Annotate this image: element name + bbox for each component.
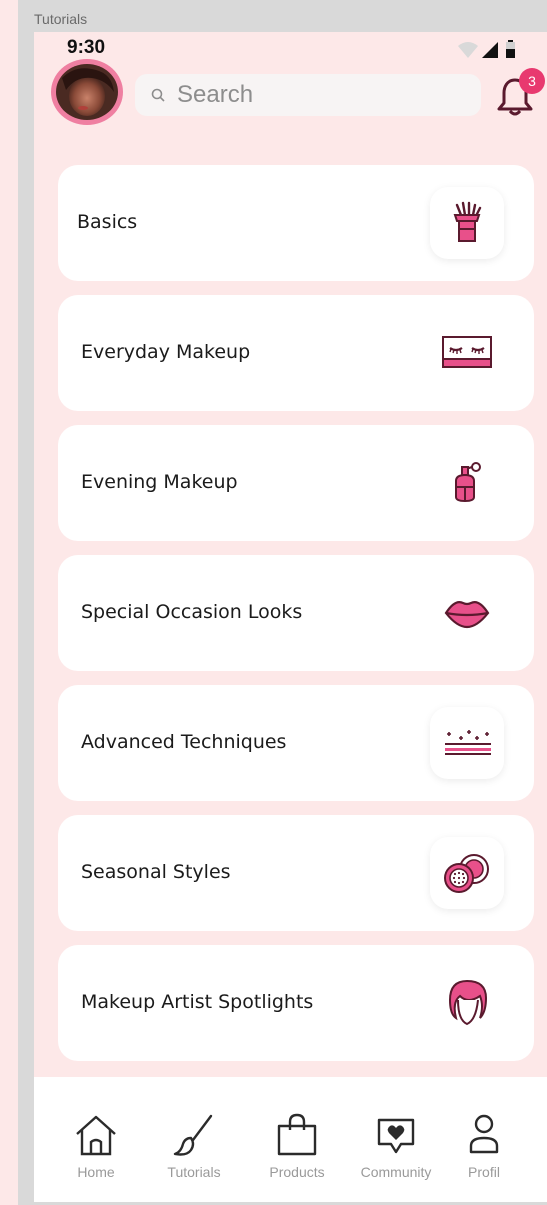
- nav-item-tutorials[interactable]: Tutorials: [144, 1112, 244, 1180]
- hair-face-icon: [430, 967, 504, 1039]
- nav-label: Profil: [468, 1164, 500, 1180]
- category-card-makeup-artist-spotlights[interactable]: Makeup Artist Spotlights: [58, 945, 534, 1061]
- nav-item-home[interactable]: Home: [46, 1112, 146, 1180]
- battery-icon: [506, 40, 515, 58]
- search-bar[interactable]: [135, 74, 481, 116]
- lips-icon: [430, 577, 504, 649]
- nav-label: Home: [77, 1164, 115, 1180]
- nav-label: Products: [269, 1164, 325, 1180]
- chat-heart-icon: [377, 1118, 415, 1154]
- category-label: Advanced Techniques: [81, 731, 287, 753]
- search-icon: [151, 88, 165, 102]
- category-label: Basics: [77, 211, 138, 233]
- category-card-advanced-techniques[interactable]: Advanced Techniques: [58, 685, 534, 801]
- nav-label: Community: [360, 1164, 432, 1180]
- signal-icon: [482, 42, 498, 58]
- avatar[interactable]: [51, 59, 123, 125]
- brush-icon: [173, 1114, 213, 1156]
- search-input[interactable]: [177, 81, 457, 109]
- bottom-navigation: Home Tutorials Products Community Profil: [34, 1077, 547, 1202]
- perfume-bottle-icon: [430, 447, 504, 519]
- status-icons: [456, 40, 526, 60]
- compact-powder-icon: [430, 837, 504, 909]
- category-label: Evening Makeup: [81, 471, 238, 493]
- makeup-brush-icon: [430, 187, 504, 259]
- category-label: Everyday Makeup: [81, 341, 251, 363]
- user-icon: [469, 1114, 499, 1154]
- category-card-special-occasion-looks[interactable]: Special Occasion Looks: [58, 555, 534, 671]
- category-label: Special Occasion Looks: [81, 601, 303, 623]
- category-card-seasonal-styles[interactable]: Seasonal Styles: [58, 815, 534, 931]
- home-icon: [76, 1115, 116, 1156]
- shopping-bag-icon: [277, 1113, 317, 1156]
- category-card-basics[interactable]: Basics: [58, 165, 534, 281]
- nav-item-profile[interactable]: Profil: [434, 1112, 534, 1180]
- avatar-photo: [56, 64, 118, 120]
- frame-label: Tutorials: [34, 11, 88, 27]
- category-card-everyday-makeup[interactable]: Everyday Makeup: [58, 295, 534, 411]
- category-card-evening-makeup[interactable]: Evening Makeup: [58, 425, 534, 541]
- eyeshadow-palette-icon: [430, 317, 504, 389]
- nav-item-community[interactable]: Community: [346, 1112, 446, 1180]
- notification-badge: 3: [519, 68, 545, 94]
- status-time: 9:30: [67, 37, 106, 58]
- sparkles-icon: [430, 707, 504, 779]
- wifi-icon: [458, 42, 478, 58]
- category-label: Makeup Artist Spotlights: [81, 991, 314, 1013]
- category-label: Seasonal Styles: [81, 861, 231, 883]
- phone-screen: 9:30 Search 3 Basics Everyday Makeup Eve…: [34, 32, 547, 1202]
- nav-label: Tutorials: [167, 1164, 221, 1180]
- left-margin-strip: [0, 0, 18, 1205]
- nav-item-products[interactable]: Products: [247, 1112, 347, 1180]
